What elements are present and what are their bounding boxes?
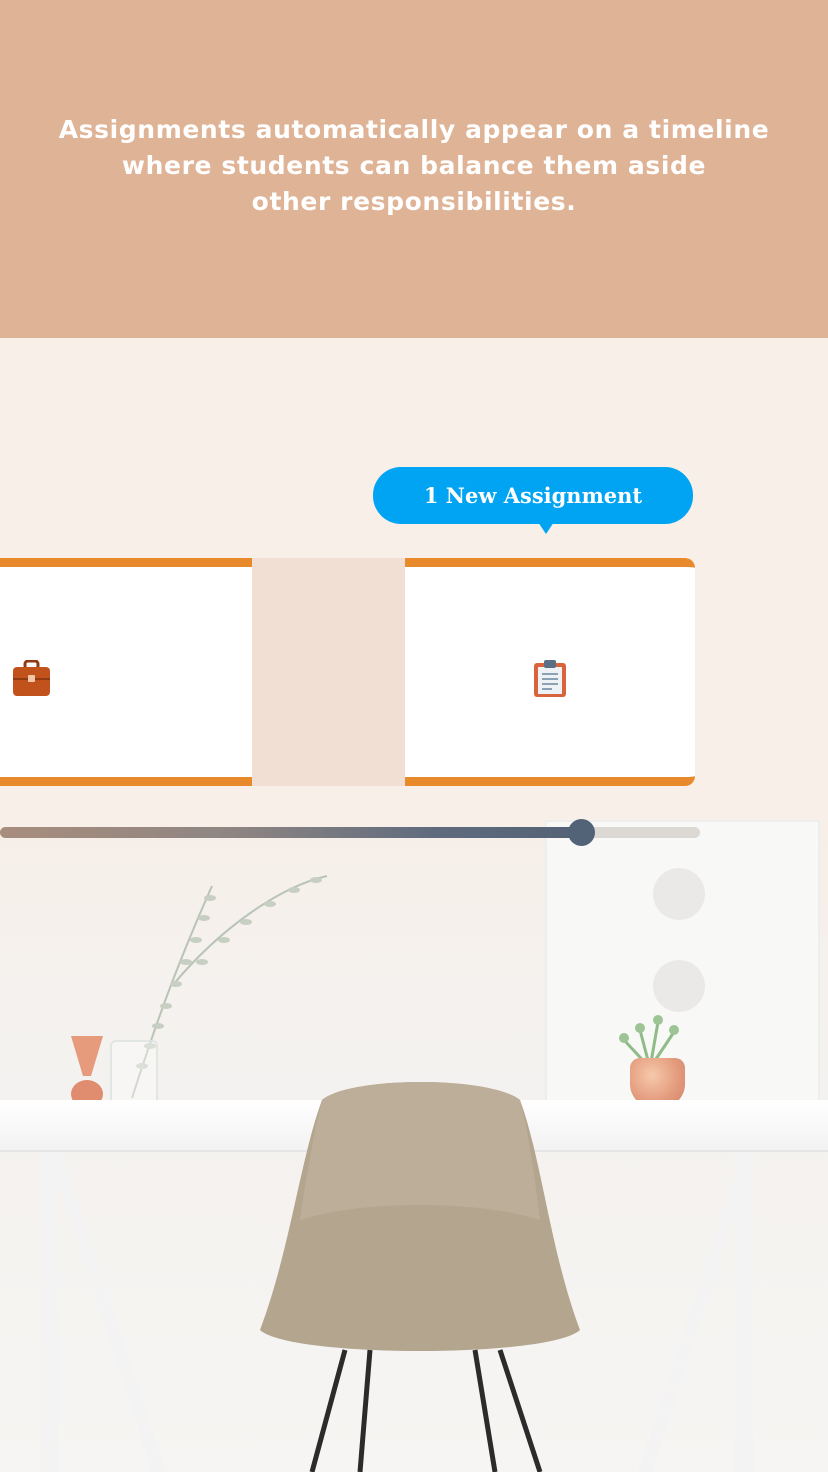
clipboard-icon <box>534 660 566 697</box>
frame-dot <box>653 960 705 1012</box>
header-line-3: other responsibilities. <box>251 187 577 216</box>
copper-candle-holder <box>71 1036 103 1108</box>
briefcase-icon <box>13 660 50 696</box>
chair <box>260 1082 580 1472</box>
header-line-1: Assignments automatically appear on a ti… <box>58 115 770 144</box>
timeline-slider-fill <box>0 827 581 838</box>
frame-dot <box>653 868 705 920</box>
tooltip-tail <box>538 522 554 534</box>
candle <box>81 984 93 1034</box>
timeline-slider-thumb[interactable] <box>568 819 595 846</box>
header-description: Assignments automatically appear on a ti… <box>0 112 828 220</box>
header-banner: Assignments automatically appear on a ti… <box>0 0 828 338</box>
desk-leg <box>40 1152 58 1472</box>
timeline-gap <box>252 558 405 786</box>
new-assignment-tooltip[interactable]: 1 New Assignment <box>373 467 693 524</box>
tooltip-label: 1 New Assignment <box>423 483 643 508</box>
glass-vase <box>110 1040 158 1106</box>
header-line-2: where students can balance them aside <box>121 151 707 180</box>
